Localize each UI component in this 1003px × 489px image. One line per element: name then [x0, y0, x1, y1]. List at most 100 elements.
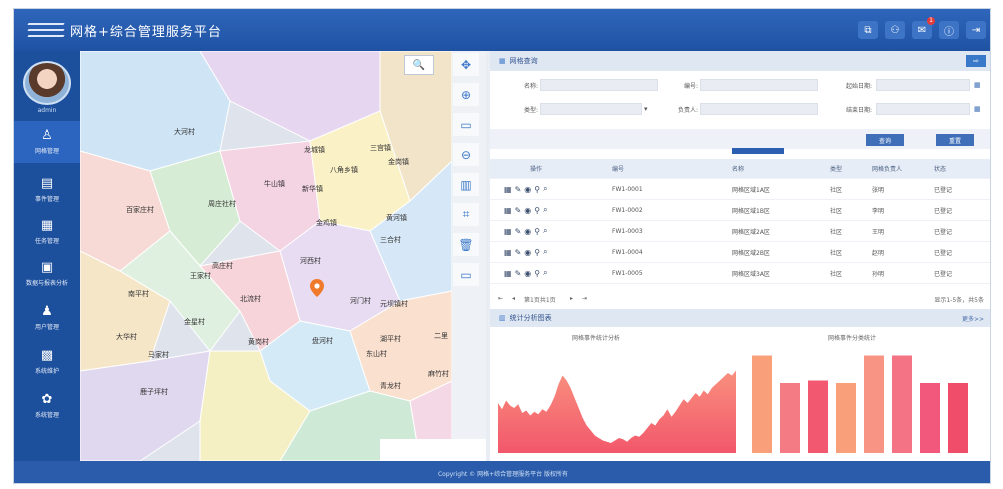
view-icon[interactable]: ◉ — [524, 269, 531, 278]
grid-icon[interactable]: ▦ — [504, 248, 512, 257]
sidebar-item-event[interactable]: ▤ 事件管理 — [14, 169, 80, 211]
bar[interactable] — [948, 383, 968, 453]
avatar[interactable] — [23, 61, 71, 105]
bar[interactable] — [892, 355, 912, 454]
search-icon[interactable]: ⌕ — [543, 184, 547, 194]
sidebar-item-data[interactable]: ▣ 数据与报表分析 — [14, 253, 80, 295]
export-button[interactable]: ⇨ — [966, 55, 986, 67]
view-icon[interactable]: ◉ — [524, 185, 531, 194]
column-header[interactable]: 类型 — [830, 159, 842, 178]
window-button[interactable]: ⧉ — [858, 21, 878, 39]
search-icon[interactable]: ⌕ — [543, 205, 547, 215]
sidebar-item-setting[interactable]: ✿ 系统管理 — [14, 385, 80, 427]
town-label: 金岗镇 — [388, 158, 409, 166]
start-date-label: 起始日期: — [845, 83, 872, 90]
edit-icon[interactable]: ✎ — [515, 269, 522, 278]
sidebar-item-label: 系统管理 — [34, 412, 59, 419]
grid-icon[interactable]: ▦ — [504, 227, 512, 236]
view-icon[interactable]: ◉ — [524, 206, 531, 215]
grid-icon[interactable]: ▦ — [504, 185, 512, 194]
layer-tool[interactable]: ▭ — [453, 113, 479, 136]
sidebar-item-user[interactable]: ♟ 用户管理 — [14, 297, 80, 339]
location-icon[interactable]: ⚲ — [534, 269, 540, 278]
bar[interactable] — [808, 380, 828, 454]
measure-tool[interactable]: ▥ — [453, 173, 479, 196]
prev-page-icon[interactable]: ◂ — [512, 295, 515, 302]
town-label: 金星村 — [184, 318, 205, 326]
pan-tool[interactable]: ✥ — [453, 53, 479, 76]
end-date-field[interactable] — [876, 103, 970, 115]
bar[interactable] — [780, 383, 800, 453]
grid-icon[interactable]: ▦ — [504, 269, 512, 278]
zoom-out-tool[interactable]: ⊖ — [453, 143, 479, 166]
user-settings-button[interactable]: ⚇ — [885, 21, 905, 39]
table-cell: 网格区域2A区 — [732, 228, 770, 236]
delete-tool[interactable]: 🗑 — [453, 233, 479, 256]
location-icon[interactable]: ⚲ — [534, 206, 540, 215]
collapse-handle[interactable] — [732, 148, 784, 154]
view-icon[interactable]: ◉ — [524, 227, 531, 236]
column-header[interactable]: 编号 — [612, 159, 624, 178]
person-field[interactable] — [700, 103, 818, 115]
type-select[interactable] — [540, 103, 642, 115]
grid-icon[interactable]: ▦ — [504, 206, 512, 215]
map-region[interactable] — [80, 51, 231, 172]
name-field[interactable] — [540, 79, 658, 91]
last-page-icon[interactable]: ⇥ — [582, 295, 587, 302]
sys-nav-icon: ▩ — [40, 348, 54, 363]
table-cell: 已登记 — [934, 186, 953, 194]
table-row[interactable]: ▦ ✎ ◉ ⚲ ⌕ FW1-0004 网格区域2B区 社区 赵明 已登记 — [490, 242, 990, 263]
next-page-icon[interactable]: ▸ — [570, 295, 573, 302]
sidebar-item-task[interactable]: ▦ 任务管理 — [14, 211, 80, 253]
form-row-1: 名称: 编号: 起始日期: ▦ — [490, 79, 990, 93]
info-button[interactable]: ⓘ — [939, 21, 959, 39]
table-row[interactable]: ▦ ✎ ◉ ⚲ ⌕ FW1-0002 网格区域1B区 社区 李明 已登记 — [490, 200, 990, 221]
location-pin-icon[interactable] — [310, 279, 324, 297]
zoom-in-tool[interactable]: ⊕ — [453, 83, 479, 106]
table-row[interactable]: ▦ ✎ ◉ ⚲ ⌕ FW1-0003 网格区域2A区 社区 王明 已登记 — [490, 221, 990, 242]
column-header[interactable]: 名称 — [732, 159, 744, 178]
column-header[interactable]: 操作 — [530, 159, 542, 178]
notification-button[interactable]: ✉ 1 — [912, 17, 935, 39]
map-search-button[interactable]: 🔍 — [404, 55, 434, 75]
start-date-field[interactable] — [876, 79, 970, 91]
sidebar-item-sys[interactable]: ▩ 系统维护 — [14, 341, 80, 383]
draw-tool[interactable]: ⌗ — [453, 203, 479, 226]
location-icon[interactable]: ⚲ — [534, 227, 540, 236]
number-field[interactable] — [700, 79, 818, 91]
table-row[interactable]: ▦ ✎ ◉ ⚲ ⌕ FW1-0001 网格区域1A区 社区 张明 已登记 — [490, 179, 990, 200]
calendar-icon[interactable]: ▦ — [974, 105, 984, 115]
column-header[interactable]: 状态 — [934, 159, 946, 178]
column-header[interactable]: 网格负责人 — [872, 159, 902, 178]
edit-icon[interactable]: ✎ — [515, 185, 522, 194]
sidebar-item-grid[interactable]: ♙ 网格管理 — [14, 121, 80, 163]
edit-icon[interactable]: ✎ — [515, 206, 522, 215]
table-row[interactable]: ▦ ✎ ◉ ⚲ ⌕ FW1-0005 网格区域3A区 社区 孙明 已登记 — [490, 263, 990, 284]
view-icon[interactable]: ◉ — [524, 248, 531, 257]
search-icon[interactable]: ⌕ — [543, 247, 547, 257]
more-link[interactable]: 更多>> — [962, 314, 984, 323]
bar[interactable] — [836, 383, 856, 453]
query-button[interactable]: 查询 — [866, 134, 904, 146]
app-title: 网格+综合管理服务平台 — [70, 24, 222, 40]
town-label: 八角乡镇 — [330, 166, 358, 174]
reset-button[interactable]: 重置 — [936, 134, 974, 146]
user-nav-icon: ♟ — [41, 304, 53, 319]
chevron-down-icon[interactable]: ▾ — [644, 105, 648, 113]
chart-section: ▥ 统计分析图表 更多>> 网格事件统计分析 网格事件分类统计 — [490, 309, 990, 461]
calendar-icon[interactable]: ▦ — [974, 81, 984, 91]
location-icon[interactable]: ⚲ — [534, 248, 540, 257]
first-page-icon[interactable]: ⇤ — [498, 295, 503, 302]
location-icon[interactable]: ⚲ — [534, 185, 540, 194]
logout-button[interactable]: ⇥ — [966, 21, 986, 39]
logout-icon: ⇥ — [971, 24, 981, 36]
edit-icon[interactable]: ✎ — [515, 248, 522, 257]
screen-tool[interactable]: ▭ — [453, 263, 479, 286]
search-icon[interactable]: ⌕ — [543, 226, 547, 236]
search-icon[interactable]: ⌕ — [543, 268, 547, 278]
bar[interactable] — [752, 355, 772, 454]
bar[interactable] — [864, 355, 884, 454]
edit-icon[interactable]: ✎ — [515, 227, 522, 236]
bar[interactable] — [920, 383, 940, 453]
map-view[interactable]: 大河村 龙城镇 八角乡镇 金岗镇 牛山镇 新华镇 三宫镇 百家庄村 周庄社村 金鸡镇 黄河镇 三合村河… — [80, 51, 486, 461]
